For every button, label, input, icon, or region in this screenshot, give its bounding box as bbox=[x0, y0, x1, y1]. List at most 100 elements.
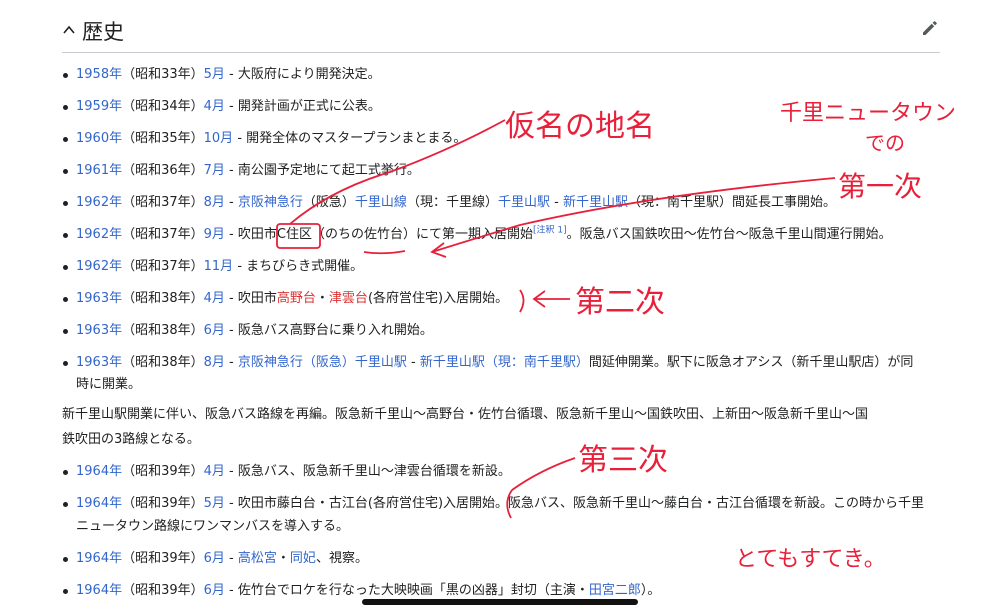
text-segment: （昭和37年） bbox=[122, 259, 204, 274]
text-segment: （昭和39年） bbox=[122, 496, 204, 511]
ink-totemo: とてもすてき。 bbox=[735, 547, 886, 572]
paragraph-line: 鉄吹田の3路線となる。 bbox=[62, 431, 200, 449]
footnote-link[interactable]: [注釈 1] bbox=[533, 226, 567, 236]
wiki-link[interactable]: 1962年 bbox=[76, 195, 122, 210]
text-segment: - 南公園予定地にて起工式挙行。 bbox=[224, 163, 420, 178]
text-segment: （昭和39年） bbox=[122, 464, 204, 479]
text-segment: （現：南千里駅）間延長工事開始。 bbox=[627, 195, 836, 210]
text-segment: （阪急） bbox=[302, 195, 355, 210]
wiki-link[interactable]: 4月 bbox=[204, 99, 225, 114]
text-segment: 時に開業。 bbox=[76, 377, 142, 392]
list-item: 1958年（昭和33年）5月 - 大阪府により開発決定。 bbox=[62, 66, 381, 84]
text-segment: - 阪急バス、阪急新千里山〜津雲台循環を新設。 bbox=[224, 464, 511, 479]
wiki-link[interactable]: 千里山駅 bbox=[498, 195, 550, 210]
text-segment: - 佐竹台でロケを行なった大映映画「黒の凶器」封切（主演・ bbox=[224, 583, 589, 598]
wiki-link[interactable]: 田宮二郎 bbox=[589, 583, 641, 598]
wiki-link[interactable]: 1963年 bbox=[76, 323, 122, 338]
text-segment: - 吹田市 bbox=[224, 291, 277, 306]
text-segment: - 開発計画が正式に公表。 bbox=[224, 99, 381, 114]
text-segment: （昭和34年） bbox=[122, 99, 204, 114]
wiki-link[interactable]: 1964年 bbox=[76, 496, 122, 511]
list-item: 1964年（昭和39年）6月 - 佐竹台でロケを行なった大映映画「黒の凶器」封切… bbox=[62, 582, 660, 600]
paragraph-line: 新千里山駅開業に伴い、阪急バス路線を再編。阪急新千里山〜高野台・佐竹台循環、阪急… bbox=[62, 406, 868, 424]
wiki-link[interactable]: 1964年 bbox=[76, 551, 122, 566]
wiki-link[interactable]: 4月 bbox=[204, 464, 225, 479]
red-link[interactable]: 高野台 bbox=[277, 291, 316, 306]
ink-kana-chimei: 仮名の地名 bbox=[505, 109, 655, 144]
wiki-link[interactable]: 京阪神急行（阪急）千里山駅 bbox=[238, 355, 407, 370]
ink-bracket-dai2 bbox=[519, 289, 525, 313]
text-segment: 。阪急バス国鉄吹田〜佐竹台〜阪急千里山間運行開始。 bbox=[566, 227, 892, 242]
wiki-link[interactable]: 京阪神急行 bbox=[238, 195, 303, 210]
text-segment: （昭和37年） bbox=[122, 227, 204, 242]
wiki-link[interactable]: 高松宮 bbox=[238, 551, 277, 566]
ink-underline-satakedai bbox=[363, 250, 406, 255]
list-item: 1963年（昭和38年）4月 - 吹田市高野台・津雲台(各府営住宅)入居開始。 bbox=[62, 290, 508, 308]
home-indicator[interactable] bbox=[362, 599, 638, 605]
red-link[interactable]: 津雲台 bbox=[329, 291, 368, 306]
wiki-link[interactable]: 同妃 bbox=[290, 551, 316, 566]
list-item: 1960年（昭和35年）10月 - 開発全体のマスタープランまとまる。 bbox=[62, 130, 466, 148]
text-segment: - 吹田市藤白台・古江台(各府営住宅)入居開始。阪急バス、阪急新千里山〜藤白台・… bbox=[224, 496, 925, 511]
wiki-link[interactable]: 千里山線 bbox=[355, 195, 407, 210]
text-segment: （昭和38年） bbox=[122, 323, 204, 338]
list-item: 1962年（昭和37年）11月 - まちびらき式開催。 bbox=[62, 258, 363, 276]
text-segment: - まちびらき式開催。 bbox=[233, 259, 364, 274]
wiki-link[interactable]: 1958年 bbox=[76, 67, 122, 82]
text-segment: - 大阪府により開発決定。 bbox=[224, 67, 381, 82]
text-segment: （昭和39年） bbox=[122, 583, 204, 598]
text-segment: （昭和35年） bbox=[122, 131, 204, 146]
text-segment: （現：千里線） bbox=[406, 195, 498, 210]
wiki-link[interactable]: 1961年 bbox=[76, 163, 122, 178]
wiki-link[interactable]: 1959年 bbox=[76, 99, 122, 114]
text-segment: ・ bbox=[315, 291, 329, 306]
wiki-link[interactable]: 6月 bbox=[204, 551, 225, 566]
wiki-link[interactable]: 1962年 bbox=[76, 227, 122, 242]
wiki-link[interactable]: 1962年 bbox=[76, 259, 122, 274]
section-header: 歴史 bbox=[62, 10, 940, 53]
wiki-link[interactable]: 1960年 bbox=[76, 131, 122, 146]
list-item: ニュータウン路線にワンマンバスを導入する。 bbox=[62, 518, 349, 536]
wiki-link[interactable]: 1964年 bbox=[76, 583, 122, 598]
wiki-link[interactable]: 6月 bbox=[204, 323, 225, 338]
wiki-link[interactable]: 7月 bbox=[204, 163, 225, 178]
text-segment: ニュータウン路線にワンマンバスを導入する。 bbox=[76, 519, 350, 534]
wiki-link[interactable]: 4月 bbox=[204, 291, 225, 306]
wiki-link[interactable]: 9月 bbox=[204, 227, 225, 242]
wiki-link[interactable]: 8月 bbox=[204, 355, 225, 370]
edit-pencil-icon[interactable] bbox=[920, 18, 940, 38]
wiki-link[interactable]: 1963年 bbox=[76, 355, 122, 370]
wiki-link[interactable]: 新千里山駅（現：南千里駅） bbox=[420, 355, 589, 370]
text-segment: - 開発全体のマスタープランまとまる。 bbox=[233, 131, 467, 146]
ink-deno: での bbox=[865, 131, 905, 155]
chevron-up-icon[interactable] bbox=[62, 23, 76, 37]
text-segment: ・ bbox=[276, 551, 290, 566]
text-segment: - 阪急バス高野台に乗り入れ開始。 bbox=[224, 323, 433, 338]
ink-dai3: 第三次 bbox=[578, 443, 668, 478]
wiki-link[interactable]: 11月 bbox=[204, 259, 234, 274]
text-segment: （昭和38年） bbox=[122, 355, 204, 370]
text-segment: 新千里山駅開業に伴い、阪急バス路線を再編。阪急新千里山〜高野台・佐竹台循環、阪急… bbox=[62, 407, 869, 422]
wiki-link[interactable]: 1963年 bbox=[76, 291, 122, 306]
text-segment: （昭和39年） bbox=[122, 551, 204, 566]
wiki-link[interactable]: 5月 bbox=[204, 496, 225, 511]
ink-line-dai3 bbox=[511, 457, 576, 491]
wiki-link[interactable]: 6月 bbox=[204, 583, 225, 598]
list-item: 1959年（昭和34年）4月 - 開発計画が正式に公表。 bbox=[62, 98, 381, 116]
wiki-link[interactable]: 10月 bbox=[204, 131, 234, 146]
text-segment: ）。 bbox=[640, 583, 661, 598]
wiki-link[interactable]: 8月 bbox=[204, 195, 225, 210]
text-segment: 鉄吹田の3路線となる。 bbox=[62, 432, 200, 447]
ink-dai1: 第一次 bbox=[838, 170, 922, 203]
wiki-link[interactable]: 新千里山駅 bbox=[563, 195, 628, 210]
section-title: 歴史 bbox=[82, 20, 124, 44]
text-segment: 、視察。 bbox=[315, 551, 368, 566]
text-segment: （昭和36年） bbox=[122, 163, 204, 178]
wiki-link[interactable]: 1964年 bbox=[76, 464, 122, 479]
wiki-link[interactable]: 5月 bbox=[204, 67, 225, 82]
list-item: 1961年（昭和36年）7月 - 南公園予定地にて起工式挙行。 bbox=[62, 162, 420, 180]
text-segment: - bbox=[549, 195, 563, 210]
list-item: 1964年（昭和39年）4月 - 阪急バス、阪急新千里山〜津雲台循環を新設。 bbox=[62, 463, 511, 481]
list-item: 1963年（昭和38年）6月 - 阪急バス高野台に乗り入れ開始。 bbox=[62, 322, 433, 340]
text-segment: - 吹田市C住区（のちの佐竹台）にて第一期入居開始 bbox=[224, 227, 533, 242]
